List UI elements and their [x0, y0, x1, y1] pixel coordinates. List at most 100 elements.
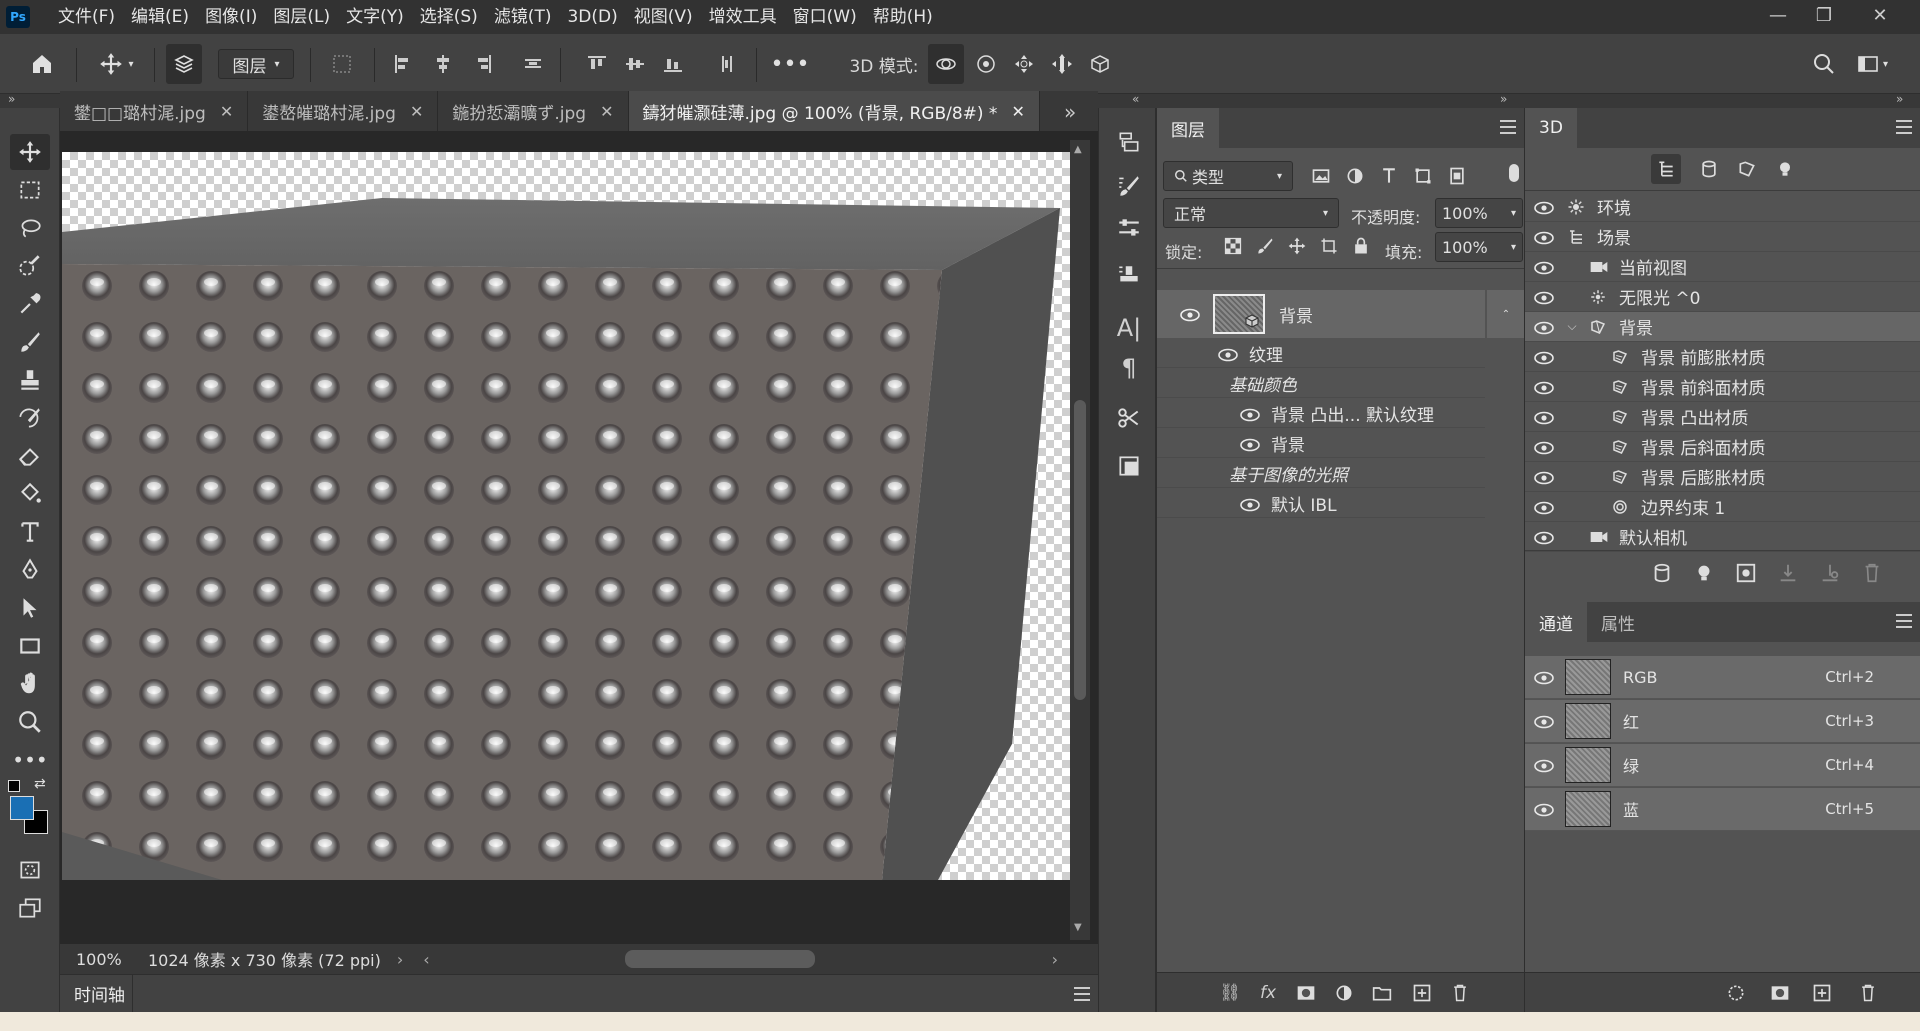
delete-layer-icon[interactable]	[1449, 983, 1471, 1003]
texture-tree-row[interactable]: 背景	[1157, 430, 1485, 458]
menu-item[interactable]: 滤镜(T)	[486, 0, 560, 34]
paint-bucket-icon[interactable]	[10, 476, 50, 512]
lasso-tool-icon[interactable]	[10, 210, 50, 246]
texture-tree-row[interactable]: 基于图像的光照	[1157, 460, 1485, 488]
horizontal-scroll-thumb[interactable]	[625, 950, 815, 968]
align-bottom-icon[interactable]	[658, 44, 688, 84]
marquee-tool-icon[interactable]	[10, 172, 50, 208]
texture-tree-row[interactable]: 纹理	[1157, 340, 1485, 368]
brush-settings-icon[interactable]	[1113, 170, 1145, 202]
adjustment-layer-icon[interactable]	[1333, 983, 1355, 1003]
eyedropper-tool-icon[interactable]	[10, 286, 50, 322]
scene-visibility-eye-icon[interactable]	[1533, 500, 1555, 514]
blend-mode-dropdown[interactable]: 正常 ▾	[1163, 198, 1339, 228]
texture-visibility-eye-icon[interactable]	[1217, 347, 1239, 361]
scene-visibility-eye-icon[interactable]	[1533, 530, 1555, 544]
channel-visibility-eye-icon[interactable]	[1533, 758, 1555, 773]
timeline-menu-icon[interactable]	[1074, 987, 1090, 1001]
pen-tool-icon[interactable]	[10, 552, 50, 588]
channel-row[interactable]: 绿 Ctrl+4	[1525, 744, 1920, 787]
channel-row[interactable]: 蓝 Ctrl+5	[1525, 788, 1920, 831]
layers-menu-icon[interactable]	[1500, 120, 1516, 134]
expand-toolbar-icon[interactable]: »	[8, 92, 15, 106]
tab-properties[interactable]: 属性	[1587, 602, 1649, 642]
scene-visibility-eye-icon[interactable]	[1533, 320, 1555, 334]
align-left-icon[interactable]	[388, 44, 418, 84]
tab-channels[interactable]: 通道	[1525, 602, 1587, 642]
document-tab[interactable]: 鑄犲皠灏硅薄.jpg @ 100% (背景, RGB/8#) * ✕	[628, 91, 1040, 131]
scene-tree-row[interactable]: 背景 凸出材质	[1525, 402, 1920, 432]
tab-layers[interactable]: 图层	[1157, 108, 1219, 148]
scene-visibility-eye-icon[interactable]	[1533, 470, 1555, 484]
align-top-icon[interactable]	[582, 44, 612, 84]
layer-row-background[interactable]: 背景	[1157, 290, 1485, 338]
menu-item[interactable]: 文字(Y)	[338, 0, 412, 34]
rectangle-tool-icon[interactable]	[10, 628, 50, 664]
type-tool-icon[interactable]	[10, 514, 50, 550]
move-tool-option-icon[interactable]: ▾	[88, 44, 144, 84]
align-center-h-icon[interactable]	[428, 44, 458, 84]
paragraph-panel-icon[interactable]: ¶	[1113, 352, 1145, 384]
move-tool-icon[interactable]	[10, 134, 50, 170]
menu-item[interactable]: 图层(L)	[265, 0, 338, 34]
scroll-down-icon[interactable]: ▼	[1074, 922, 1082, 933]
close-tab-icon[interactable]: ✕	[1011, 102, 1024, 121]
new-layer-icon[interactable]	[1411, 983, 1433, 1003]
menu-item[interactable]: 编辑(E)	[123, 0, 197, 34]
menu-item[interactable]: 增效工具	[701, 0, 785, 34]
scene-tree-row[interactable]: 背景 前膨胀材质	[1525, 342, 1920, 372]
hand-tool-icon[interactable]	[10, 666, 50, 702]
filter-toggle-icon[interactable]	[1509, 164, 1519, 182]
default-colors-icon[interactable]	[8, 780, 20, 792]
workspace-icon[interactable]: ▾	[1854, 44, 1890, 84]
history-brush-icon[interactable]	[10, 400, 50, 436]
screen-mode-icon[interactable]	[10, 890, 50, 926]
scene-visibility-eye-icon[interactable]	[1533, 290, 1555, 304]
search-icon[interactable]	[1808, 44, 1840, 84]
stamp-tool-icon[interactable]	[10, 362, 50, 398]
quick-mask-icon[interactable]	[10, 852, 50, 888]
channel-visibility-eye-icon[interactable]	[1533, 714, 1555, 729]
whole-scene-icon[interactable]	[1651, 154, 1681, 184]
menu-item[interactable]: 图像(I)	[197, 0, 265, 34]
roll-3d-icon[interactable]	[970, 44, 1002, 84]
menu-item[interactable]: 3D(D)	[559, 0, 625, 34]
distribute-icon[interactable]	[518, 44, 548, 84]
opacity-field[interactable]: 100% ▾	[1435, 198, 1523, 228]
scene-tree-row[interactable]: 环境	[1525, 192, 1920, 222]
scene-tree-row[interactable]: ⌵ 背景	[1525, 312, 1920, 342]
eraser-tool-icon[interactable]	[10, 438, 50, 474]
timeline-tab[interactable]: 时间轴	[74, 981, 125, 1006]
vertical-scroll-thumb[interactable]	[1074, 400, 1086, 700]
load-selection-icon[interactable]	[1725, 983, 1747, 1003]
zoom-level[interactable]: 100%	[76, 950, 136, 969]
scene-tree-row[interactable]: 当前视图	[1525, 252, 1920, 282]
scene-visibility-eye-icon[interactable]	[1533, 260, 1555, 274]
scroll-up-icon[interactable]: ▲	[1074, 144, 1082, 155]
scroll-left-icon[interactable]: ‹	[423, 950, 429, 969]
scale-3d-icon[interactable]	[1084, 44, 1116, 84]
clone-source-icon[interactable]	[1113, 260, 1145, 292]
scene-visibility-eye-icon[interactable]	[1533, 380, 1555, 394]
scene-visibility-eye-icon[interactable]	[1533, 230, 1555, 244]
more-tools-icon[interactable]: •••	[10, 742, 50, 778]
collapse-layer-effects-icon[interactable]: ⌃	[1487, 290, 1525, 338]
scene-visibility-eye-icon[interactable]	[1533, 410, 1555, 424]
menu-item[interactable]: 选择(S)	[412, 0, 486, 34]
scene-visibility-eye-icon[interactable]	[1533, 350, 1555, 364]
minimize-button[interactable]: —	[1756, 0, 1800, 30]
scene-visibility-eye-icon[interactable]	[1533, 440, 1555, 454]
menu-item[interactable]: 文件(F)	[50, 0, 123, 34]
distribute-v-icon[interactable]	[712, 44, 742, 84]
status-menu-icon[interactable]: ›	[397, 950, 403, 969]
layer-visibility-eye-icon[interactable]	[1179, 307, 1201, 322]
document-tab[interactable]: 鍦扮悊灞曠ず.jpg ✕	[438, 91, 629, 131]
collapse-left-icon[interactable]: «	[1132, 92, 1139, 106]
add-mask-icon[interactable]	[1295, 983, 1317, 1003]
collapse-right-icon[interactable]: »	[1500, 92, 1507, 106]
menu-item[interactable]: 帮助(H)	[865, 0, 941, 34]
quick-select-tool-icon[interactable]	[10, 248, 50, 284]
fx-icon[interactable]: fx	[1257, 983, 1279, 1003]
zoom-tool-icon[interactable]	[10, 704, 50, 740]
tab-3d[interactable]: 3D	[1525, 108, 1577, 148]
